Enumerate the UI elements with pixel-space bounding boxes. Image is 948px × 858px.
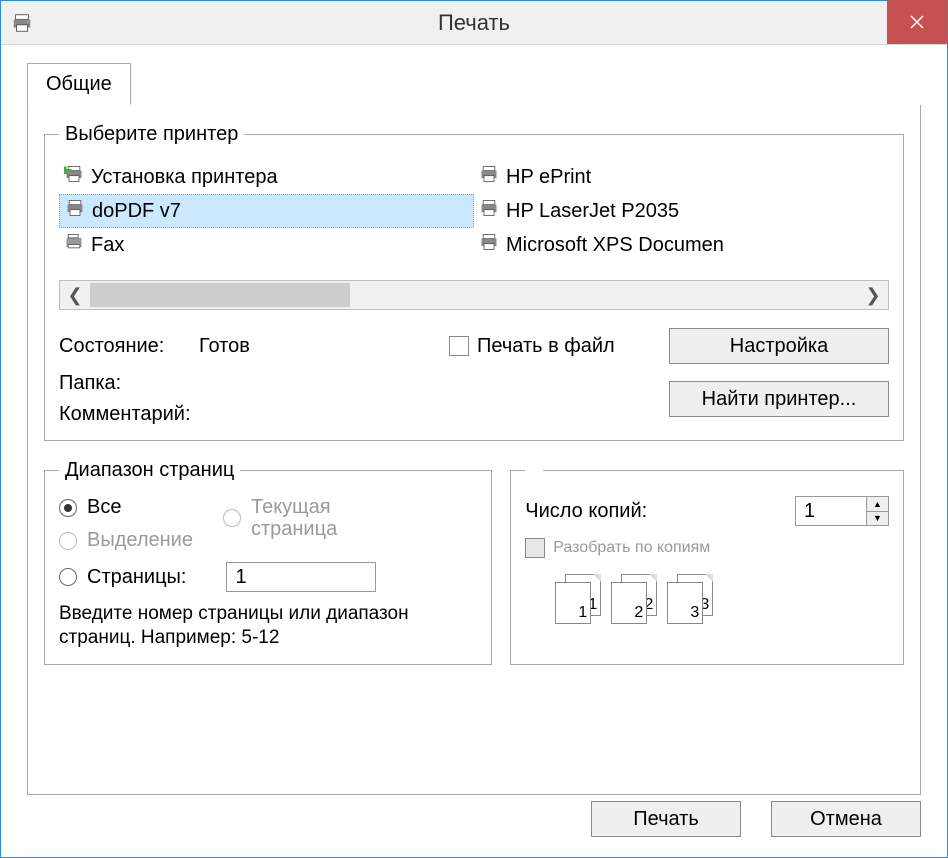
tab-body: Выберите принтер Установка принтера doPD… bbox=[27, 105, 921, 795]
printer-item-label: Установка принтера bbox=[91, 166, 278, 189]
radio-icon bbox=[59, 568, 77, 586]
tab-general-label: Общие bbox=[46, 73, 112, 96]
collate-checkbox: Разобрать по копиям bbox=[525, 538, 889, 558]
print-to-file-label: Печать в файл bbox=[477, 335, 615, 358]
radio-current-label: Текущаястраница bbox=[251, 496, 337, 540]
cancel-button-label: Отмена bbox=[810, 808, 882, 831]
spinner-down-icon[interactable]: ▼ bbox=[867, 512, 888, 526]
collate-illustration: 11 22 33 bbox=[525, 574, 889, 622]
titlebar: Печать bbox=[1, 1, 947, 45]
radio-selection-label: Выделение bbox=[87, 529, 193, 552]
status-state-value: Готов bbox=[199, 335, 449, 358]
printer-icon bbox=[64, 198, 86, 224]
printer-item-label: HP LaserJet P2035 bbox=[506, 200, 679, 223]
find-printer-label: Найти принтер... bbox=[702, 388, 857, 411]
checkbox-icon bbox=[525, 538, 545, 558]
printer-select-legend: Выберите принтер bbox=[59, 123, 244, 146]
printer-icon bbox=[478, 164, 500, 190]
radio-icon bbox=[59, 532, 77, 550]
status-comment-label: Комментарий: bbox=[59, 403, 199, 426]
page-range-legend: Диапазон страниц bbox=[59, 459, 240, 482]
printer-item-fax[interactable]: Fax bbox=[59, 228, 474, 262]
fax-icon bbox=[63, 232, 85, 258]
printer-list-hscroll[interactable]: ❮ ❯ bbox=[59, 280, 889, 310]
radio-current-page: Текущаястраница bbox=[223, 496, 337, 540]
radio-selection: Выделение bbox=[59, 529, 193, 552]
printer-select-group: Выберите принтер Установка принтера doPD… bbox=[44, 123, 904, 441]
scroll-left-icon[interactable]: ❮ bbox=[60, 285, 90, 306]
dialog-buttons: Печать Отмена bbox=[591, 801, 921, 837]
page-range-hint: Введите номер страницы или диапазон стра… bbox=[59, 602, 477, 650]
printer-item-label: Fax bbox=[91, 234, 124, 257]
pages-input[interactable] bbox=[226, 562, 376, 592]
printer-icon bbox=[478, 198, 500, 224]
page-icon: 3 bbox=[667, 582, 703, 624]
preferences-button[interactable]: Настройка bbox=[669, 328, 889, 364]
radio-icon bbox=[59, 499, 77, 517]
printer-item-label: doPDF v7 bbox=[92, 200, 181, 223]
printer-icon bbox=[478, 232, 500, 258]
page-icon: 1 bbox=[555, 582, 591, 624]
scroll-right-icon[interactable]: ❯ bbox=[858, 285, 888, 306]
close-button[interactable] bbox=[887, 0, 947, 44]
print-dialog: Печать Общие Выберите принтер Установка … bbox=[0, 0, 948, 858]
status-state-label: Состояние: bbox=[59, 335, 199, 358]
status-folder-label: Папка: bbox=[59, 372, 199, 395]
print-button[interactable]: Печать bbox=[591, 801, 741, 837]
printer-item-label: Microsoft XPS Documen bbox=[506, 234, 724, 257]
find-printer-button[interactable]: Найти принтер... bbox=[669, 381, 889, 417]
window-title: Печать bbox=[1, 10, 947, 36]
printer-icon bbox=[11, 12, 33, 34]
add-printer-icon bbox=[63, 164, 85, 190]
tab-strip: Общие bbox=[27, 63, 921, 105]
printer-item-xps[interactable]: Microsoft XPS Documen bbox=[474, 228, 889, 262]
page-icon: 2 bbox=[611, 582, 647, 624]
printer-item-add[interactable]: Установка принтера bbox=[59, 160, 474, 194]
copies-group: . Число копий: ▲ ▼ bbox=[510, 459, 904, 665]
radio-all[interactable]: Все bbox=[59, 496, 193, 519]
printer-item-hplj[interactable]: HP LaserJet P2035 bbox=[474, 194, 889, 228]
page-range-group: Диапазон страниц Все Выделение bbox=[44, 459, 492, 665]
collate-label: Разобрать по копиям bbox=[553, 539, 710, 557]
tab-general[interactable]: Общие bbox=[27, 63, 131, 105]
checkbox-icon bbox=[449, 336, 469, 356]
radio-icon bbox=[223, 509, 241, 527]
print-to-file-checkbox[interactable]: Печать в файл bbox=[449, 335, 669, 358]
client-area: Общие Выберите принтер Установка принтер… bbox=[1, 45, 947, 813]
printer-status-grid: Состояние: Готов Печать в файл Настройка… bbox=[59, 328, 889, 426]
printer-item-dopdf[interactable]: doPDF v7 bbox=[59, 194, 474, 228]
copies-count-label: Число копий: bbox=[525, 500, 647, 523]
scroll-thumb[interactable] bbox=[90, 283, 350, 307]
radio-pages[interactable]: Страницы: bbox=[59, 562, 477, 592]
radio-pages-label: Страницы: bbox=[87, 566, 186, 589]
copies-input[interactable] bbox=[796, 497, 866, 525]
cancel-button[interactable]: Отмена bbox=[771, 801, 921, 837]
lower-panels: Диапазон страниц Все Выделение bbox=[44, 459, 904, 683]
radio-all-label: Все bbox=[87, 496, 121, 519]
spinner-up-icon[interactable]: ▲ bbox=[867, 497, 888, 512]
preferences-button-label: Настройка bbox=[730, 335, 828, 358]
printer-item-label: HP ePrint bbox=[506, 166, 591, 189]
print-button-label: Печать bbox=[633, 808, 699, 831]
printer-list[interactable]: Установка принтера doPDF v7 Fax bbox=[59, 160, 889, 262]
copies-spinner[interactable]: ▲ ▼ bbox=[795, 496, 889, 526]
printer-item-hpeprint[interactable]: HP ePrint bbox=[474, 160, 889, 194]
